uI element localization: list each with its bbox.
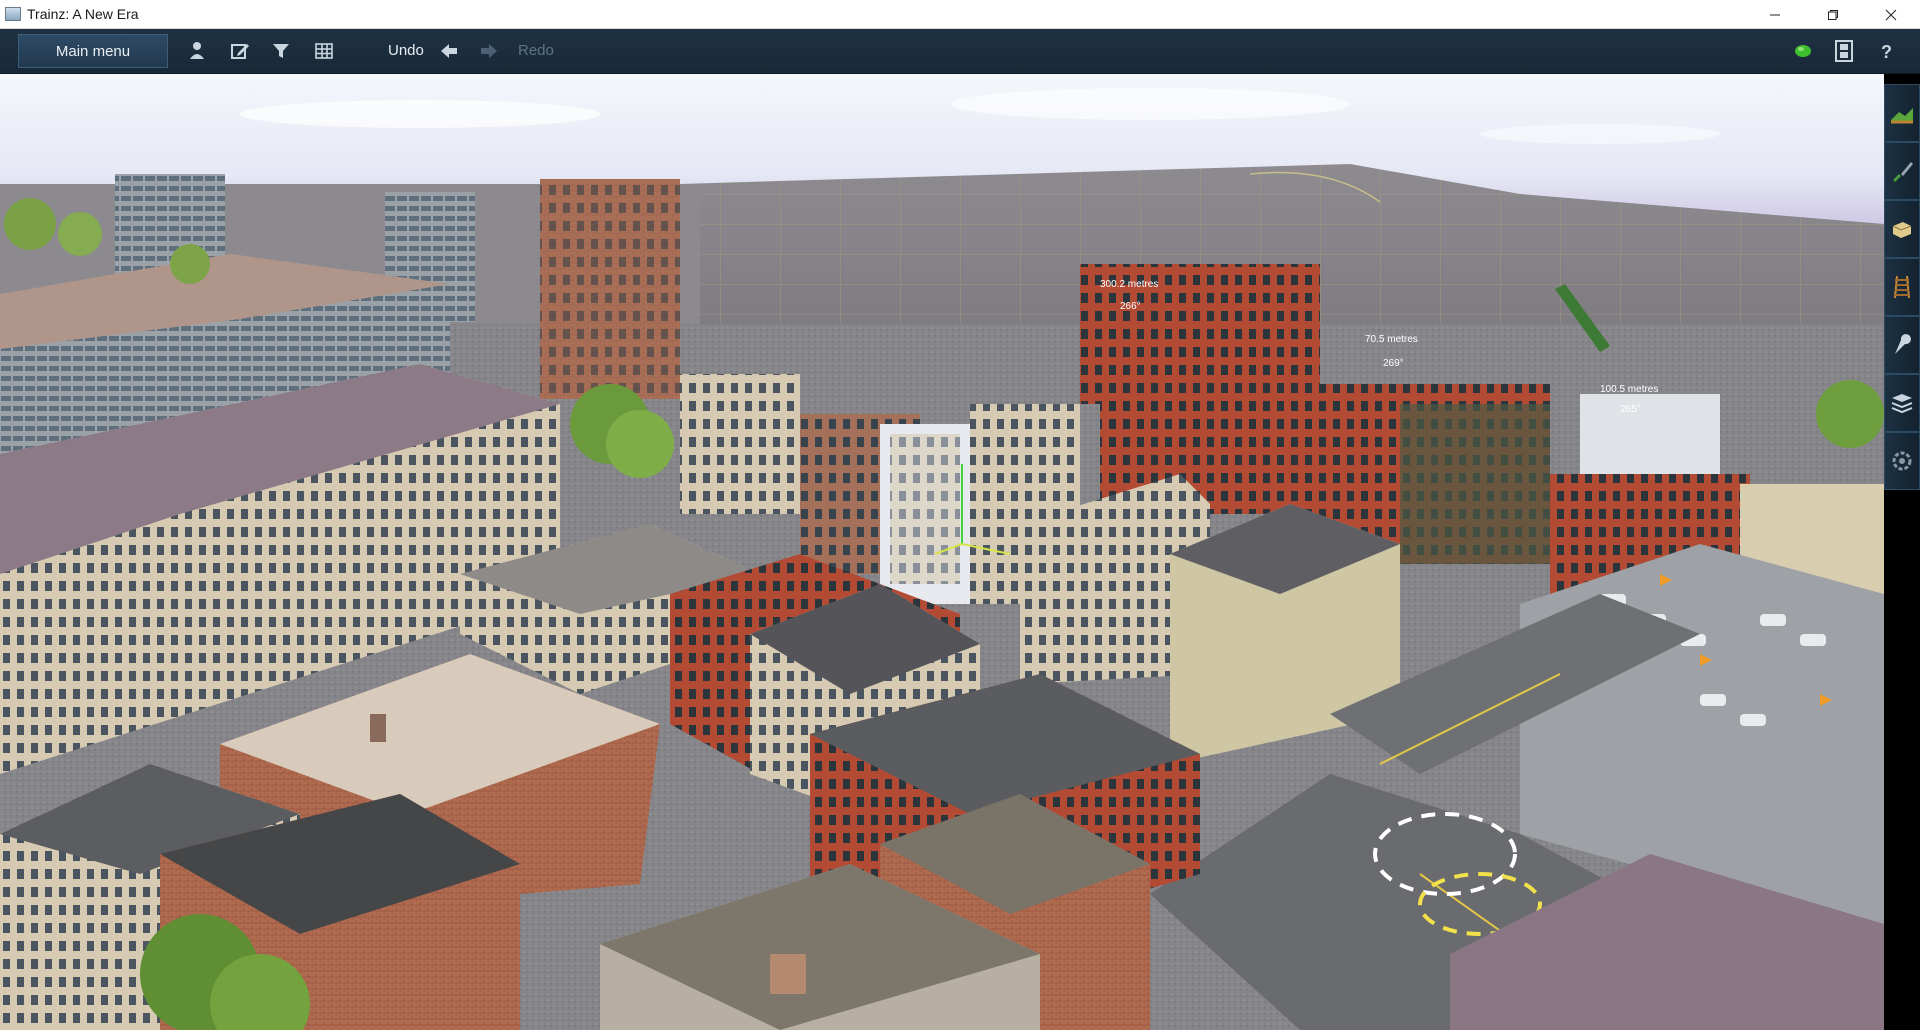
redo-arrow-icon[interactable]	[478, 40, 500, 62]
track-tool-icon[interactable]	[1884, 258, 1920, 316]
tools-wrench-icon[interactable]	[1884, 316, 1920, 374]
editor-toolbar: Main menu Undo Redo ?	[0, 29, 1920, 74]
help-icon[interactable]: ?	[1875, 40, 1897, 62]
window-titlebar: Trainz: A New Era	[0, 0, 1920, 29]
film-icon[interactable]	[1833, 40, 1855, 62]
undo-arrow-icon[interactable]	[438, 40, 460, 62]
measurement-distance: 100.5 metres	[1600, 384, 1658, 395]
undo-button[interactable]: Undo	[388, 42, 424, 59]
measurement-angle: 266°	[1120, 301, 1141, 312]
app-icon	[5, 7, 21, 21]
tree	[4, 198, 56, 250]
minimize-icon[interactable]	[1746, 0, 1804, 29]
building	[680, 374, 800, 514]
measurement-distance: 300.2 metres	[1100, 279, 1158, 290]
tree	[1816, 380, 1884, 448]
measurement-angle: 269°	[1383, 358, 1404, 369]
status-dot-icon	[1792, 40, 1814, 62]
settings-gear-icon[interactable]	[1884, 432, 1920, 490]
svg-text:?: ?	[1881, 42, 1892, 61]
measurement-distance: 70.5 metres	[1365, 334, 1418, 345]
layers-icon[interactable]	[1884, 374, 1920, 432]
world-viewport[interactable]: 300.2 metres 266° 70.5 metres 269° 100.5…	[0, 74, 1884, 1030]
grid-icon[interactable]	[313, 40, 335, 62]
restore-icon[interactable]	[1804, 0, 1862, 29]
redo-button[interactable]: Redo	[518, 42, 554, 59]
close-icon[interactable]	[1862, 0, 1920, 29]
objects-tool-icon[interactable]	[1884, 200, 1920, 258]
terrain-tool-icon[interactable]	[1884, 84, 1920, 142]
main-menu-button[interactable]: Main menu	[18, 34, 168, 68]
window-controls	[1746, 0, 1920, 29]
paint-tool-icon[interactable]	[1884, 142, 1920, 200]
measurement-angle: 265°	[1620, 404, 1641, 415]
filter-icon[interactable]	[270, 40, 292, 62]
driver-icon[interactable]	[186, 40, 208, 62]
city-scene[interactable]: 300.2 metres 266° 70.5 metres 269° 100.5…	[0, 74, 1884, 1030]
window-title: Trainz: A New Era	[27, 6, 139, 22]
edit-icon[interactable]	[229, 40, 251, 62]
tool-sidebar	[1884, 74, 1920, 1030]
